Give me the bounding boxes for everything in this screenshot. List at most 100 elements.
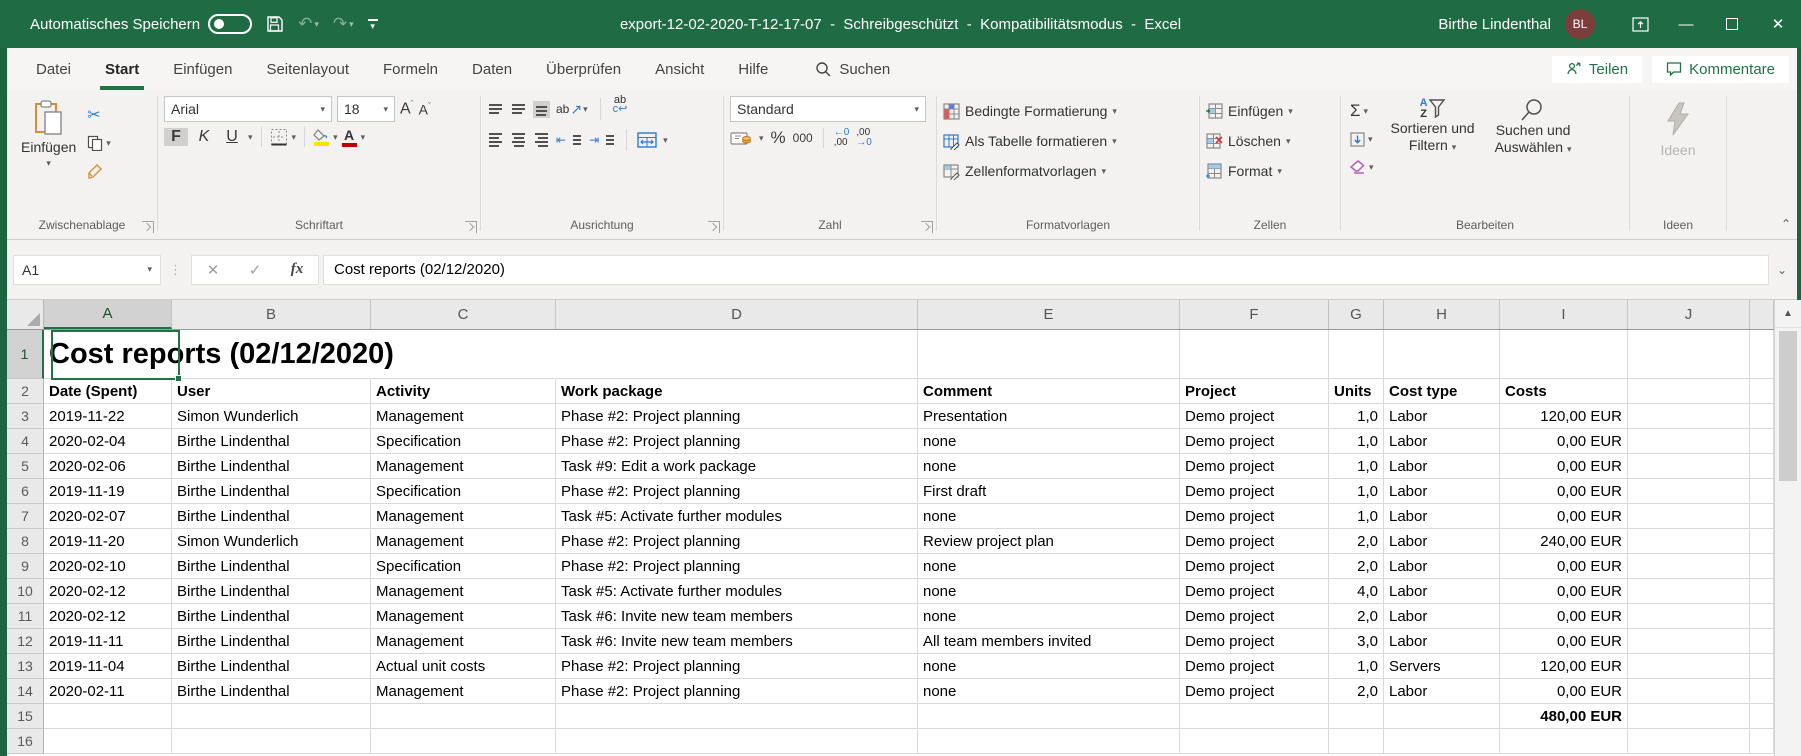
cell-G1[interactable] — [1329, 330, 1384, 379]
cell-G10[interactable]: 4,0 — [1329, 579, 1384, 604]
cell-D4[interactable]: Phase #2: Project planning — [556, 429, 918, 454]
cell-H9[interactable]: Labor — [1384, 554, 1500, 579]
row-header-14[interactable]: 14 — [7, 679, 44, 704]
cell-J13[interactable] — [1628, 654, 1750, 679]
cell-I6[interactable]: 0,00 EUR — [1500, 479, 1628, 504]
cell-A10[interactable]: 2020-02-12 — [44, 579, 172, 604]
cell-J1[interactable] — [1628, 330, 1750, 379]
cell-A1[interactable]: Cost reports (02/12/2020) — [44, 330, 172, 379]
cell-G9[interactable]: 2,0 — [1329, 554, 1384, 579]
cell-B14[interactable]: Birthe Lindenthal — [172, 679, 371, 704]
cell-I16[interactable] — [1500, 729, 1628, 754]
cell-J6[interactable] — [1628, 479, 1750, 504]
cell-D9[interactable]: Phase #2: Project planning — [556, 554, 918, 579]
cell-D6[interactable]: Phase #2: Project planning — [556, 479, 918, 504]
underline-dropdown-icon[interactable]: ▾ — [248, 132, 253, 143]
clipboard-dialog-launcher-icon[interactable] — [142, 221, 154, 233]
cell-C8[interactable]: Management — [371, 529, 556, 554]
cell-I8[interactable]: 240,00 EUR — [1500, 529, 1628, 554]
column-header-J[interactable]: J — [1628, 300, 1750, 329]
row-header-12[interactable]: 12 — [7, 629, 44, 654]
share-button[interactable]: Teilen — [1552, 56, 1642, 83]
cell-E3[interactable]: Presentation — [918, 404, 1180, 429]
cell-I10[interactable]: 0,00 EUR — [1500, 579, 1628, 604]
fill-color-dropdown-icon[interactable]: ▾ — [333, 132, 338, 143]
row-header-5[interactable]: 5 — [7, 454, 44, 479]
font-color-button[interactable]: A — [342, 128, 357, 147]
cell-C5[interactable]: Management — [371, 454, 556, 479]
cell-J16[interactable] — [1628, 729, 1750, 754]
cell-E11[interactable]: none — [918, 604, 1180, 629]
cell-C6[interactable]: Specification — [371, 479, 556, 504]
comma-style-button[interactable]: 000 — [793, 131, 813, 145]
tab-hilfe[interactable]: Hilfe — [721, 48, 785, 90]
cell-D8[interactable]: Phase #2: Project planning — [556, 529, 918, 554]
cell-A4[interactable]: 2020-02-04 — [44, 429, 172, 454]
cell-G6[interactable]: 1,0 — [1329, 479, 1384, 504]
conditional-formatting-button[interactable]: Bedingte Formatierung▾ — [943, 98, 1117, 124]
cell-H16[interactable] — [1384, 729, 1500, 754]
fill-color-button[interactable] — [313, 129, 329, 146]
clear-button[interactable]: ▾ — [1347, 154, 1377, 180]
cell-G5[interactable]: 1,0 — [1329, 454, 1384, 479]
vertical-scrollbar[interactable]: ▲ — [1774, 300, 1801, 756]
merge-center-icon[interactable] — [637, 132, 657, 148]
cell-A6[interactable]: 2019-11-19 — [44, 479, 172, 504]
cell-H6[interactable]: Labor — [1384, 479, 1500, 504]
column-header-G[interactable]: G — [1329, 300, 1384, 329]
cell-E7[interactable]: none — [918, 504, 1180, 529]
comments-button[interactable]: Kommentare — [1652, 56, 1789, 83]
cell-D15[interactable] — [556, 704, 918, 729]
cell-I3[interactable]: 120,00 EUR — [1500, 404, 1628, 429]
cell-D13[interactable]: Phase #2: Project planning — [556, 654, 918, 679]
cell-C4[interactable]: Specification — [371, 429, 556, 454]
cell-B7[interactable]: Birthe Lindenthal — [172, 504, 371, 529]
cell-C12[interactable]: Management — [371, 629, 556, 654]
column-header-E[interactable]: E — [918, 300, 1180, 329]
cell-E9[interactable]: none — [918, 554, 1180, 579]
ideas-button[interactable]: Ideen — [1646, 96, 1709, 164]
cell-D7[interactable]: Task #5: Activate further modules — [556, 504, 918, 529]
cell-A2[interactable]: Date (Spent) — [44, 379, 172, 404]
decrease-decimal-button[interactable]: ,00→0 — [856, 128, 872, 148]
cell-B12[interactable]: Birthe Lindenthal — [172, 629, 371, 654]
cell-J14[interactable] — [1628, 679, 1750, 704]
cell-J7[interactable] — [1628, 504, 1750, 529]
cell-H14[interactable]: Labor — [1384, 679, 1500, 704]
cell-H13[interactable]: Servers — [1384, 654, 1500, 679]
scroll-up-icon[interactable]: ▲ — [1775, 300, 1801, 328]
orientation-button[interactable]: ab↗▾ — [556, 96, 588, 122]
cell-F16[interactable] — [1180, 729, 1329, 754]
cell-I5[interactable]: 0,00 EUR — [1500, 454, 1628, 479]
expand-formula-bar-icon[interactable]: ⌄ — [1769, 263, 1795, 277]
cell-J9[interactable] — [1628, 554, 1750, 579]
underline-button[interactable]: U — [220, 128, 244, 146]
cell-E16[interactable] — [918, 729, 1180, 754]
number-dialog-launcher-icon[interactable] — [921, 221, 933, 233]
cell-E8[interactable]: Review project plan — [918, 529, 1180, 554]
autosave-switch-icon[interactable] — [208, 14, 252, 34]
scrollbar-thumb[interactable] — [1779, 331, 1797, 481]
cut-button[interactable]: ✂ — [84, 102, 114, 128]
tab-start[interactable]: Start — [88, 48, 156, 90]
cell-D2[interactable]: Work package — [556, 379, 918, 404]
cell-B2[interactable]: User — [172, 379, 371, 404]
name-box[interactable]: A1 ▾ — [13, 255, 161, 285]
column-header-C[interactable]: C — [371, 300, 556, 329]
tab-datei[interactable]: Datei — [19, 48, 88, 90]
cell-H12[interactable]: Labor — [1384, 629, 1500, 654]
cell-E1[interactable] — [918, 330, 1180, 379]
select-all-corner[interactable] — [7, 300, 44, 329]
cell-E13[interactable]: none — [918, 654, 1180, 679]
cell-I13[interactable]: 120,00 EUR — [1500, 654, 1628, 679]
increase-indent-icon[interactable]: ⇥ — [589, 127, 616, 153]
row-header-16[interactable]: 16 — [7, 729, 44, 754]
cell-G12[interactable]: 3,0 — [1329, 629, 1384, 654]
copy-button[interactable]: ▾ — [84, 130, 114, 156]
cell-F9[interactable]: Demo project — [1180, 554, 1329, 579]
cell-A11[interactable]: 2020-02-12 — [44, 604, 172, 629]
cell-C16[interactable] — [371, 729, 556, 754]
cell-E10[interactable]: none — [918, 579, 1180, 604]
close-button[interactable]: ✕ — [1755, 0, 1801, 48]
cell-F7[interactable]: Demo project — [1180, 504, 1329, 529]
